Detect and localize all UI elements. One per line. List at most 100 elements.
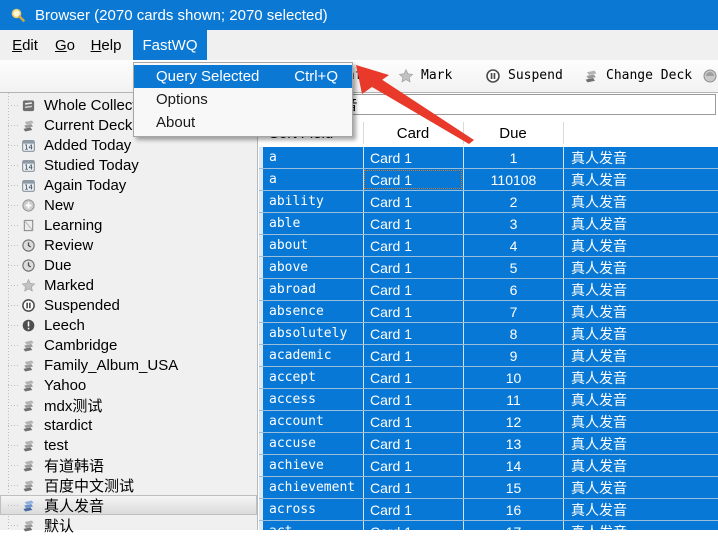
cell-sort-field: achieve [263, 455, 363, 476]
table-row[interactable]: academicCard 19真人发音 [259, 345, 718, 367]
sidebar-item-9[interactable]: Marked [0, 275, 257, 295]
sidebar-item-label: Again Today [44, 177, 126, 194]
sidebar-item-14[interactable]: Yahoo [0, 375, 257, 395]
sidebar-item-label: Yahoo [44, 377, 86, 394]
sidebar-item-21[interactable]: 默认 [0, 515, 257, 535]
sidebar-item-20[interactable]: 真人发音 [0, 495, 257, 515]
window-title: Browser (2070 cards shown; 2070 selected… [35, 7, 328, 24]
table-row[interactable]: aCard 1110108真人发音 [259, 169, 718, 191]
cell-deck: 真人发音 [563, 191, 718, 212]
cell-deck: 真人发音 [563, 301, 718, 322]
sidebar-item-label: Current Deck [44, 117, 132, 134]
sidebar-item-13[interactable]: Family_Album_USA [0, 355, 257, 375]
sidebar-item-3[interactable]: 14Studied Today [0, 155, 257, 175]
deck-icon [21, 338, 36, 353]
table-row[interactable]: ableCard 13真人发音 [259, 213, 718, 235]
table-row[interactable]: aboveCard 15真人发音 [259, 257, 718, 279]
sidebar-item-label: 有道韩语 [44, 455, 104, 476]
browser-main: deck:真人发音 Sort Field Card Due aCard 11真人… [259, 93, 718, 530]
deck-icon [21, 118, 36, 133]
menu-item-query-selected[interactable]: Query SelectedCtrl+Q [134, 65, 352, 88]
calendar14-icon: 14 [21, 158, 36, 173]
deck-icon [21, 378, 36, 393]
table-row[interactable]: accessCard 111真人发音 [259, 389, 718, 411]
table-row[interactable]: aboutCard 14真人发音 [259, 235, 718, 257]
column-header-due[interactable]: Due [463, 119, 563, 147]
cell-due: 5 [463, 257, 563, 278]
table-row[interactable]: absenceCard 17真人发音 [259, 301, 718, 323]
sidebar-item-19[interactable]: 百度中文测试 [0, 475, 257, 495]
header-divider [563, 122, 564, 144]
sidebar-item-18[interactable]: 有道韩语 [0, 455, 257, 475]
cell-sort-field: able [263, 213, 363, 234]
tree-connector [8, 205, 20, 206]
cell-card: Card 1 [363, 521, 463, 530]
sidebar-item-12[interactable]: Cambridge [0, 335, 257, 355]
menubar-item-go[interactable]: Go [48, 30, 82, 60]
cell-deck: 真人发音 [563, 455, 718, 476]
sidebar-item-2[interactable]: 14Added Today [0, 135, 257, 155]
cell-sort-field: abroad [263, 279, 363, 300]
cell-due: 16 [463, 499, 563, 520]
svg-text:14: 14 [24, 182, 32, 191]
cell-due: 12 [463, 411, 563, 432]
table-row[interactable]: achievementCard 115真人发音 [259, 477, 718, 499]
column-header-card[interactable]: Card [363, 119, 463, 147]
sidebar-item-4[interactable]: 14 Again Today [0, 175, 257, 195]
card-table: aCard 11真人发音aCard 1110108真人发音abilityCard… [259, 147, 718, 530]
table-row[interactable]: acceptCard 110真人发音 [259, 367, 718, 389]
sidebar-item-15[interactable]: mdx测试 [0, 395, 257, 415]
table-row[interactable]: abroadCard 16真人发音 [259, 279, 718, 301]
menu-item-options[interactable]: Options [134, 88, 352, 111]
menubar-item-fastwq[interactable]: FastWQ [133, 30, 207, 60]
cell-deck: 真人发音 [563, 345, 718, 366]
menu-item-label: About [156, 114, 195, 131]
deck-icon [21, 418, 36, 433]
table-row[interactable]: accuseCard 113真人发音 [259, 433, 718, 455]
tree-connector [8, 305, 20, 306]
cell-due: 17 [463, 521, 563, 530]
sidebar-item-16[interactable]: stardict [0, 415, 257, 435]
tree-connector [8, 425, 20, 426]
table-row[interactable]: aCard 11真人发音 [259, 147, 718, 169]
sidebar-item-8[interactable]: Due [0, 255, 257, 275]
header-divider [463, 122, 464, 144]
table-row[interactable]: achieveCard 114真人发音 [259, 455, 718, 477]
table-row[interactable]: actCard 117真人发音 [259, 521, 718, 530]
table-row[interactable]: accountCard 112真人发音 [259, 411, 718, 433]
tree-connector [8, 225, 20, 226]
tree-connector [8, 325, 20, 326]
sidebar-item-7[interactable]: Review [0, 235, 257, 255]
cell-due: 10 [463, 367, 563, 388]
table-row[interactable]: abilityCard 12真人发音 [259, 191, 718, 213]
sidebar-item-label: test [44, 437, 68, 454]
sidebar-item-label: Added Today [44, 137, 131, 154]
tree-connector [8, 525, 20, 526]
menu-item-label: Query Selected [156, 68, 259, 85]
menubar-item-help[interactable]: Help [84, 30, 128, 60]
tree-connector [8, 445, 20, 446]
sidebar-item-6[interactable]: Learning [0, 215, 257, 235]
toolbar-button-suspend[interactable]: Suspend [485, 60, 563, 91]
toolbar-button-mark[interactable]: Mark [398, 60, 452, 91]
cell-due: 13 [463, 433, 563, 454]
column-header-deck[interactable] [563, 119, 718, 147]
table-row[interactable]: acrossCard 116真人发音 [259, 499, 718, 521]
cell-sort-field: ability [263, 191, 363, 212]
sidebar-item-11[interactable]: Leech [0, 315, 257, 335]
toolbar-button-change-deck[interactable]: Change Deck [583, 60, 692, 91]
sidebar-item-10[interactable]: Suspended [0, 295, 257, 315]
sidebar-item-5[interactable]: New [0, 195, 257, 215]
toolbar-button-extra[interactable] [702, 60, 718, 91]
menubar-item-edit[interactable]: Edit [6, 30, 44, 60]
cell-sort-field: accept [263, 367, 363, 388]
table-row[interactable]: absolutelyCard 18真人发音 [259, 323, 718, 345]
menu-item-about[interactable]: About [134, 111, 352, 134]
cell-card: Card 1 [363, 389, 463, 410]
tree-connector [8, 465, 20, 466]
deck-blue-icon [21, 498, 36, 513]
cell-deck: 真人发音 [563, 367, 718, 388]
sidebar-item-17[interactable]: test [0, 435, 257, 455]
cell-sort-field: a [263, 169, 363, 190]
toolbar-label: Mark [421, 68, 452, 83]
